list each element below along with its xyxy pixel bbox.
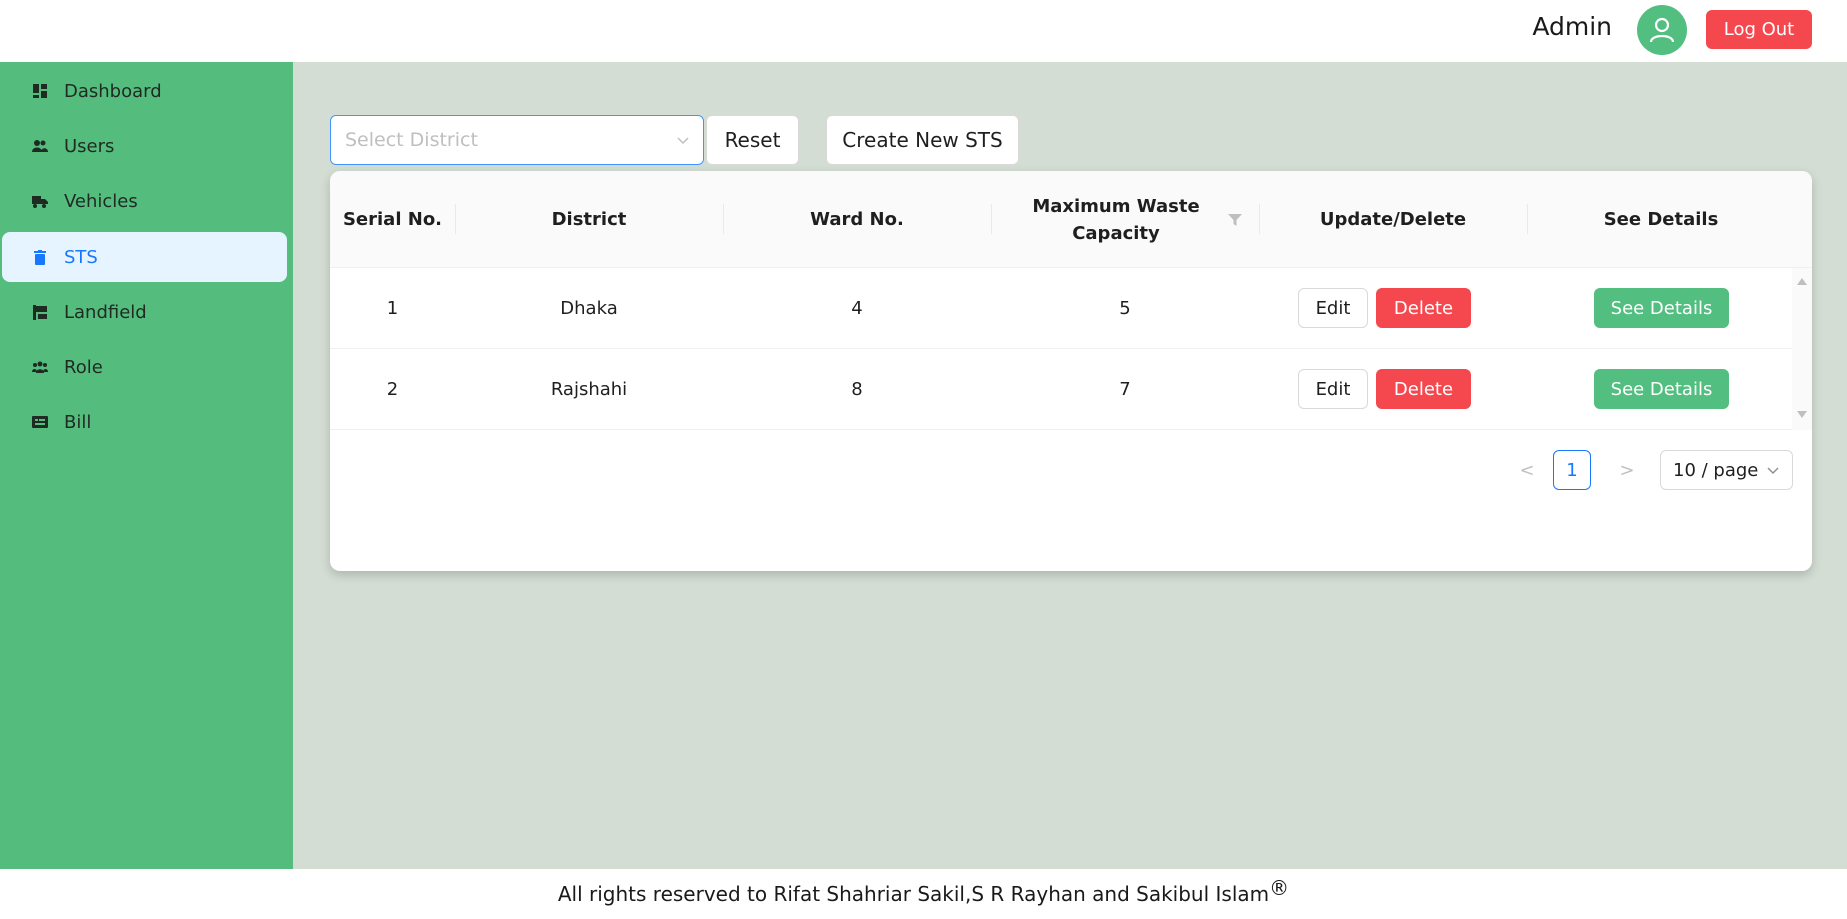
prev-page-button[interactable]: < (1512, 450, 1542, 490)
sidebar-item-label: Users (64, 135, 115, 157)
main-content: Select District Reset Create New STS Ser… (293, 62, 1847, 869)
sidebar-item-bill[interactable]: Bill (2, 397, 287, 447)
page-size-value: 10 / page (1673, 459, 1759, 481)
sts-table: Serial No. District Ward No. Maximum Was… (330, 171, 1812, 571)
cell-serial: 1 (386, 298, 399, 319)
column-header-ward: Ward No. (810, 209, 904, 230)
column-header-see-details: See Details (1603, 209, 1719, 230)
column-header-district: District (551, 209, 627, 230)
column-header-capacity: Maximum Waste Capacity (1032, 195, 1200, 244)
top-header: Admin Log Out (0, 0, 1847, 62)
avatar[interactable] (1637, 5, 1687, 55)
sidebar-item-label: Role (64, 356, 103, 378)
next-page-button[interactable]: > (1612, 450, 1642, 490)
edit-button[interactable]: Edit (1298, 369, 1368, 409)
cell-district: Rajshahi (550, 379, 628, 400)
users-icon (32, 138, 48, 154)
page-size-select[interactable]: 10 / page (1660, 450, 1793, 490)
edit-button[interactable]: Edit (1298, 288, 1368, 328)
table-row: 2 Rajshahi 8 7 Edit Delete See Details (330, 349, 1792, 430)
create-sts-button[interactable]: Create New STS (826, 115, 1019, 165)
sidebar-item-label: STS (64, 246, 98, 268)
sidebar-item-vehicles[interactable]: Vehicles (2, 176, 287, 226)
district-select-placeholder: Select District (345, 129, 478, 151)
user-icon (1649, 17, 1675, 43)
filter-icon[interactable] (1228, 212, 1242, 226)
cell-capacity: 5 (1119, 298, 1131, 319)
sidebar-item-label: Landfield (64, 301, 147, 323)
see-details-button[interactable]: See Details (1594, 288, 1729, 328)
sidebar: Dashboard Users Vehicles STS Landfield R… (0, 62, 293, 869)
scroll-up-icon[interactable] (1796, 276, 1808, 286)
team-icon (32, 359, 48, 375)
district-select[interactable]: Select District (330, 115, 704, 165)
delete-button[interactable]: Delete (1376, 288, 1471, 328)
reset-button[interactable]: Reset (706, 115, 799, 165)
delete-button[interactable]: Delete (1376, 369, 1471, 409)
sidebar-item-dashboard[interactable]: Dashboard (2, 66, 287, 116)
sidebar-item-label: Dashboard (64, 80, 162, 102)
truck-icon (32, 193, 48, 209)
sidebar-item-sts[interactable]: STS (2, 232, 287, 282)
table-row: 1 Dhaka 4 5 Edit Delete See Details (330, 268, 1792, 349)
chevron-down-icon (1767, 467, 1779, 474)
cell-ward: 8 (851, 379, 863, 400)
sidebar-item-label: Vehicles (64, 190, 138, 212)
landfill-icon (32, 304, 48, 320)
page-number-button[interactable]: 1 (1553, 450, 1591, 490)
cell-district: Dhaka (560, 298, 618, 319)
bill-icon (32, 414, 48, 430)
sidebar-item-label: Bill (64, 411, 92, 433)
user-name: Admin (1532, 12, 1612, 41)
trash-icon (32, 249, 48, 265)
column-header-serial: Serial No. (342, 209, 443, 230)
cell-capacity: 7 (1119, 379, 1131, 400)
see-details-button[interactable]: See Details (1594, 369, 1729, 409)
cell-serial: 2 (386, 379, 399, 400)
sidebar-item-landfield[interactable]: Landfield (2, 287, 287, 337)
sidebar-item-role[interactable]: Role (2, 342, 287, 392)
dashboard-icon (32, 83, 48, 99)
table-header: Serial No. District Ward No. Maximum Was… (330, 171, 1812, 268)
scroll-down-icon[interactable] (1796, 410, 1808, 420)
chevron-down-icon (677, 137, 689, 145)
sidebar-item-users[interactable]: Users (2, 121, 287, 171)
logout-button[interactable]: Log Out (1706, 10, 1812, 49)
registered-mark: ® (1269, 876, 1290, 900)
footer: All rights reserved to Rifat Shahriar Sa… (0, 869, 1847, 919)
table-scrollbar[interactable] (1792, 268, 1812, 430)
footer-text: All rights reserved to Rifat Shahriar Sa… (557, 882, 1270, 906)
cell-ward: 4 (851, 298, 863, 319)
column-header-update-delete: Update/Delete (1319, 209, 1467, 230)
